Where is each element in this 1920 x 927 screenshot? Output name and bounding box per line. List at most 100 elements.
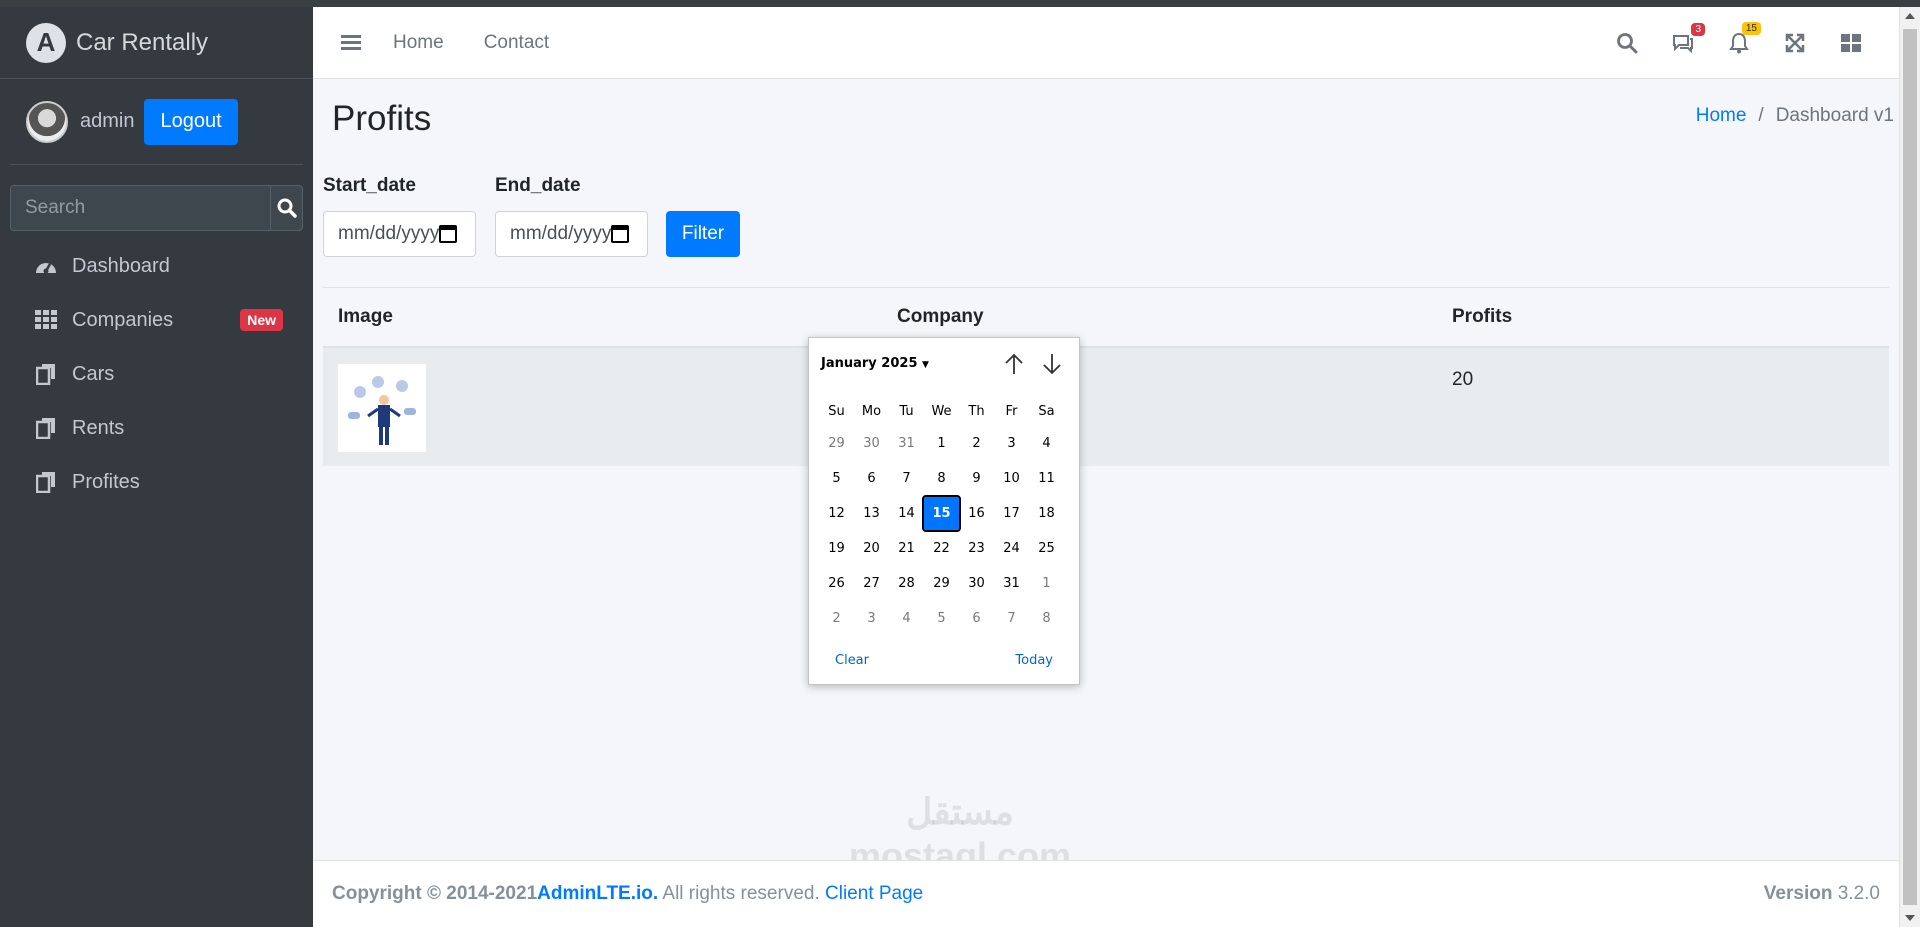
brand-logo-icon: A — [26, 22, 66, 63]
weekday-label: We — [931, 403, 952, 419]
calendar-day[interactable]: 15 — [922, 495, 961, 532]
page-footer: Copyright © 2014-2021 AdminLTE.io. All r… — [313, 860, 1899, 927]
calendar-day[interactable]: 29 — [924, 567, 959, 600]
sidebar-item-companies[interactable]: Companies New — [0, 293, 313, 347]
arrow-up-icon[interactable] — [1003, 352, 1025, 376]
calendar-day[interactable]: 3 — [854, 602, 889, 635]
calendar-day[interactable]: 16 — [959, 497, 994, 530]
new-badge: New — [240, 309, 283, 331]
sidebar-item-profites[interactable]: Profites — [0, 455, 313, 509]
calendar-day[interactable]: 2 — [959, 427, 994, 460]
calendar-day[interactable]: 31 — [889, 427, 924, 460]
calendar-day[interactable]: 6 — [854, 462, 889, 495]
notifications-button[interactable]: 15 — [1711, 21, 1767, 54]
version-value: 3.2.0 — [1837, 883, 1880, 904]
nav-link-home[interactable]: Home — [393, 32, 444, 54]
calendar-day[interactable]: 30 — [959, 567, 994, 600]
month-year-selector[interactable]: January 2025 ▼ — [821, 356, 929, 371]
breadcrumb: Home / Dashboard v1 — [1696, 105, 1894, 127]
calendar-day[interactable]: 23 — [959, 532, 994, 565]
brand-name: Car Rentally — [76, 28, 209, 56]
calendar-day[interactable]: 6 — [959, 602, 994, 635]
scroll-down-arrow-icon[interactable] — [1905, 915, 1915, 921]
nav-link-contact[interactable]: Contact — [484, 32, 549, 54]
copy-icon — [34, 470, 58, 494]
copy-icon — [34, 362, 58, 386]
calendar-day[interactable]: 12 — [819, 497, 854, 530]
table-header-row: Image Company Profits — [323, 288, 1889, 348]
calendar-icon[interactable] — [611, 225, 629, 243]
calendar-day[interactable]: 30 — [854, 427, 889, 460]
search-icon — [1617, 32, 1638, 53]
profits-table: Image Company Profits S CarRent 20 — [323, 287, 1889, 466]
arrow-down-icon[interactable] — [1041, 352, 1063, 376]
sidebar-item-label: Dashboard — [72, 254, 170, 277]
calendar-day[interactable]: 25 — [1029, 532, 1064, 565]
adminlte-link[interactable]: AdminLTE.io. — [537, 883, 658, 905]
user-name[interactable]: admin — [80, 110, 134, 133]
month-year-label: January 2025 — [821, 356, 918, 371]
sidebar-search — [10, 185, 303, 231]
navbar-search-button[interactable] — [1599, 32, 1655, 54]
sidebar-item-rents[interactable]: Rents — [0, 401, 313, 455]
calendar-day[interactable]: 17 — [994, 497, 1029, 530]
messages-button[interactable]: 3 — [1655, 22, 1711, 53]
calendar-day[interactable]: 13 — [854, 497, 889, 530]
logout-button[interactable]: Logout — [144, 98, 238, 145]
calendar-day[interactable]: 1 — [1029, 567, 1064, 600]
calendar-day[interactable]: 26 — [819, 567, 854, 600]
sidebar-search-input[interactable] — [11, 186, 270, 230]
today-button[interactable]: Today — [1015, 653, 1053, 668]
calendar-day[interactable]: 7 — [994, 602, 1029, 635]
calendar-icon[interactable] — [439, 225, 457, 243]
calendar-day[interactable]: 5 — [924, 602, 959, 635]
calendar-day[interactable]: 4 — [1029, 427, 1064, 460]
calendar-day[interactable]: 27 — [854, 567, 889, 600]
calendar-day[interactable]: 10 — [994, 462, 1029, 495]
calendar-day[interactable]: 11 — [1029, 462, 1064, 495]
control-sidebar-button[interactable] — [1823, 33, 1879, 53]
sidebar-item-label: Rents — [72, 416, 125, 439]
brand-link[interactable]: A Car Rentally — [0, 7, 313, 79]
calendar-day[interactable]: 21 — [889, 532, 924, 565]
sidebar-item-label: Profites — [72, 470, 140, 493]
calendar-day[interactable]: 24 — [994, 532, 1029, 565]
scrollbar-thumb[interactable] — [1903, 29, 1917, 905]
sidebar-item-dashboard[interactable]: Dashboard — [0, 239, 313, 293]
scroll-up-arrow-icon[interactable] — [1905, 13, 1915, 19]
comments-icon — [1673, 34, 1693, 53]
calendar-day[interactable]: 2 — [819, 602, 854, 635]
calendar-day[interactable]: 3 — [994, 427, 1029, 460]
sidebar: A Car Rentally admin Logout Dashboard Co… — [0, 7, 313, 927]
page-title: Profits — [332, 99, 432, 138]
calendar-day[interactable]: 31 — [994, 567, 1029, 600]
clear-button[interactable]: Clear — [835, 653, 869, 668]
start-date-label: Start_date — [323, 175, 416, 196]
calendar-day[interactable]: 4 — [889, 602, 924, 635]
calendar-day[interactable]: 19 — [819, 532, 854, 565]
calendar-day[interactable]: 28 — [889, 567, 924, 600]
calendar-day[interactable]: 29 — [819, 427, 854, 460]
sidebar-search-button[interactable] — [270, 186, 302, 230]
top-navbar: Home Contact 3 15 — [313, 7, 1899, 79]
end-date-input[interactable]: mm/dd/yyyy — [495, 211, 648, 257]
calendar-day[interactable]: 18 — [1029, 497, 1064, 530]
sidebar-item-cars[interactable]: Cars — [0, 347, 313, 401]
calendar-day[interactable]: 9 — [959, 462, 994, 495]
calendar-day[interactable]: 8 — [1029, 602, 1064, 635]
fullscreen-button[interactable] — [1767, 33, 1823, 53]
calendar-day[interactable]: 7 — [889, 462, 924, 495]
calendar-day[interactable]: 14 — [889, 497, 924, 530]
start-date-input[interactable]: mm/dd/yyyy — [323, 211, 476, 257]
calendar-day[interactable]: 5 — [819, 462, 854, 495]
hamburger-menu-icon[interactable] — [341, 32, 361, 53]
breadcrumb-home-link[interactable]: Home — [1696, 105, 1747, 126]
filter-button[interactable]: Filter — [666, 211, 740, 257]
calendar-day[interactable]: 8 — [924, 462, 959, 495]
column-header-profits: Profits — [1452, 306, 1513, 327]
calendar-day[interactable]: 22 — [924, 532, 959, 565]
client-page-link[interactable]: Client Page — [825, 883, 923, 905]
calendar-day[interactable]: 1 — [924, 427, 959, 460]
page-scrollbar[interactable] — [1899, 7, 1920, 927]
calendar-day[interactable]: 20 — [854, 532, 889, 565]
